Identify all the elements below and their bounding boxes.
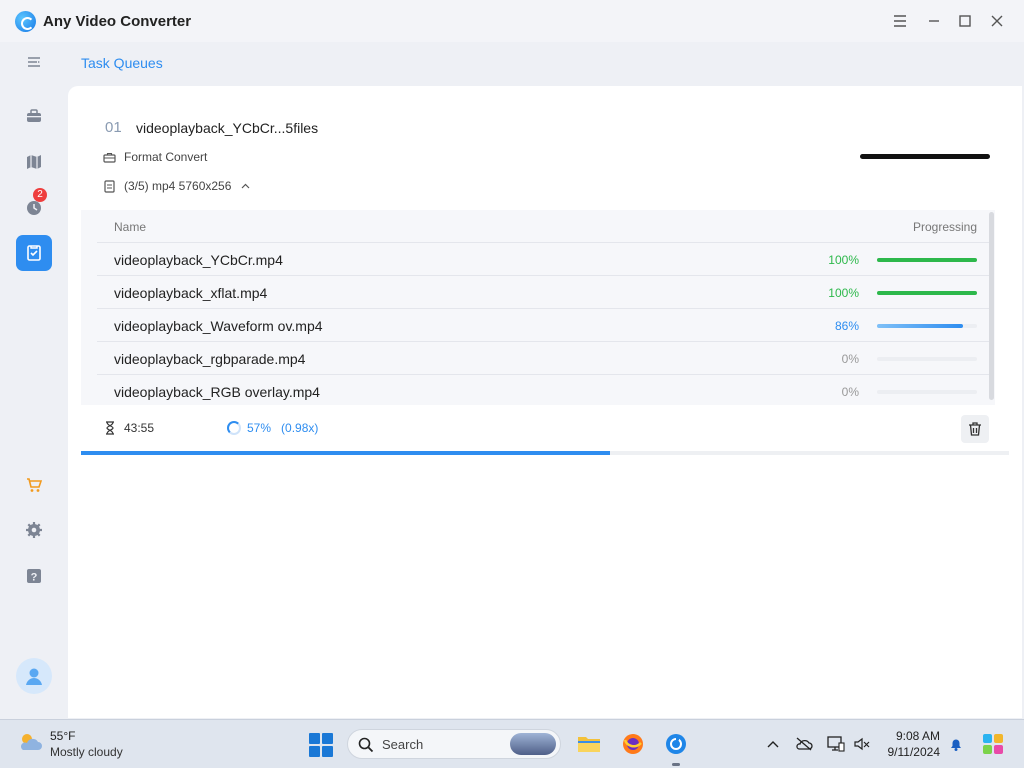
- volume-muted-icon[interactable]: [853, 735, 871, 753]
- weather-description[interactable]: Mostly cloudy: [50, 745, 123, 759]
- elapsed-time: 43:55: [124, 421, 155, 435]
- column-header-progress: Progressing: [912, 220, 977, 234]
- settings-gear-icon[interactable]: [18, 514, 50, 546]
- clock-time[interactable]: 9:08 AM: [880, 729, 940, 743]
- table-row[interactable]: videoplayback_Waveform ov.mp4 86%: [97, 308, 991, 341]
- close-button[interactable]: [984, 8, 1010, 34]
- elapsed-time-row: 43:55: [104, 421, 154, 435]
- conversion-speed: (0.98x): [281, 421, 319, 435]
- help-icon[interactable]: ?: [18, 560, 50, 592]
- overall-progress-bar: [81, 451, 1009, 455]
- search-placeholder: Search: [382, 737, 424, 752]
- file-name: videoplayback_rgbparade.mp4: [114, 351, 306, 367]
- redacted-text-bar: [860, 154, 990, 159]
- chevron-up-tray-icon[interactable]: [764, 735, 782, 753]
- firefox-icon[interactable]: [620, 731, 646, 757]
- file-percent: 0%: [841, 352, 859, 366]
- table-row[interactable]: videoplayback_YCbCr.mp4 100%: [97, 242, 991, 275]
- file-table: Name Progressing videoplayback_YCbCr.mp4…: [81, 210, 995, 405]
- display-icon[interactable]: [827, 735, 845, 753]
- task-type-row: Format Convert: [103, 150, 207, 164]
- file-progress-bar: [877, 291, 977, 295]
- file-percent: 86%: [834, 319, 859, 333]
- app-title: Any Video Converter: [43, 13, 192, 30]
- task-details-row[interactable]: (3/5) mp4 5760x256: [103, 179, 252, 193]
- file-percent: 100%: [828, 286, 859, 300]
- file-name: videoplayback_Waveform ov.mp4: [114, 318, 323, 334]
- file-progress-bar: [877, 258, 977, 262]
- user-avatar[interactable]: [16, 658, 52, 694]
- clock-date[interactable]: 9/11/2024: [880, 745, 941, 759]
- task-queue-nav-button[interactable]: [16, 235, 52, 271]
- file-name: videoplayback_xflat.mp4: [114, 285, 268, 301]
- task-type-label: Format Convert: [124, 150, 208, 164]
- sidebar: [0, 42, 68, 718]
- search-icon: [358, 737, 374, 753]
- page-title: Task Queues: [81, 55, 163, 71]
- delete-task-button[interactable]: [961, 415, 989, 443]
- briefcase-icon: [103, 152, 116, 163]
- menu-icon[interactable]: [887, 8, 913, 34]
- file-progress-bar: [877, 357, 977, 361]
- file-name: videoplayback_RGB overlay.mp4: [114, 384, 320, 400]
- search-highlight-image: [510, 733, 556, 755]
- svg-text:?: ?: [31, 572, 38, 584]
- title-bar: Any Video Converter: [0, 0, 1024, 42]
- file-percent: 0%: [841, 385, 859, 399]
- table-row[interactable]: videoplayback_xflat.mp4 100%: [97, 275, 991, 308]
- file-name: videoplayback_YCbCr.mp4: [114, 252, 283, 268]
- task-name: videoplayback_YCbCr...5files: [136, 120, 319, 136]
- history-badge: 2: [33, 188, 47, 202]
- overall-percent: 57%: [247, 421, 272, 435]
- task-details: (3/5) mp4 5760x256: [124, 179, 232, 193]
- weather-cloudy-icon[interactable]: [18, 731, 44, 753]
- library-map-icon[interactable]: [18, 146, 50, 178]
- chevron-up-icon: [241, 183, 250, 188]
- table-scrollbar[interactable]: [989, 212, 994, 400]
- collapse-sidebar-icon[interactable]: [18, 46, 50, 78]
- taskbar-search[interactable]: Search: [347, 729, 561, 759]
- copilot-icon[interactable]: [981, 732, 1005, 756]
- file-explorer-icon[interactable]: [576, 731, 602, 757]
- weather-temperature[interactable]: 55°F: [50, 729, 75, 743]
- table-header: Name Progressing: [81, 210, 991, 242]
- minimize-button[interactable]: [921, 8, 947, 34]
- task-list-icon: [27, 245, 41, 261]
- hourglass-icon: [106, 421, 114, 435]
- onedrive-offline-icon[interactable]: [795, 735, 813, 753]
- file-progress-bar: [877, 390, 977, 394]
- maximize-button[interactable]: [952, 8, 978, 34]
- task-footer: [81, 405, 1009, 451]
- file-icon: [104, 179, 115, 193]
- user-icon: [26, 668, 42, 685]
- task-number: 01: [105, 119, 122, 136]
- start-button[interactable]: [309, 733, 333, 757]
- active-app-indicator: [672, 763, 680, 766]
- table-row[interactable]: videoplayback_RGB overlay.mp4 0%: [97, 374, 991, 405]
- file-percent: 100%: [828, 253, 859, 267]
- loading-spinner-icon: [227, 421, 241, 435]
- table-row[interactable]: videoplayback_rgbparade.mp4 0%: [97, 341, 991, 374]
- column-header-name: Name: [114, 220, 147, 234]
- file-progress-bar: [877, 324, 977, 328]
- app-logo-icon: [15, 11, 36, 32]
- cart-icon[interactable]: [18, 469, 50, 501]
- any-video-converter-taskbar-icon[interactable]: [663, 731, 689, 757]
- overall-progress-row: 57% (0.98x): [227, 421, 318, 435]
- trash-icon: [969, 422, 981, 436]
- notification-bell-icon[interactable]: [947, 735, 965, 753]
- toolbox-icon[interactable]: [18, 100, 50, 132]
